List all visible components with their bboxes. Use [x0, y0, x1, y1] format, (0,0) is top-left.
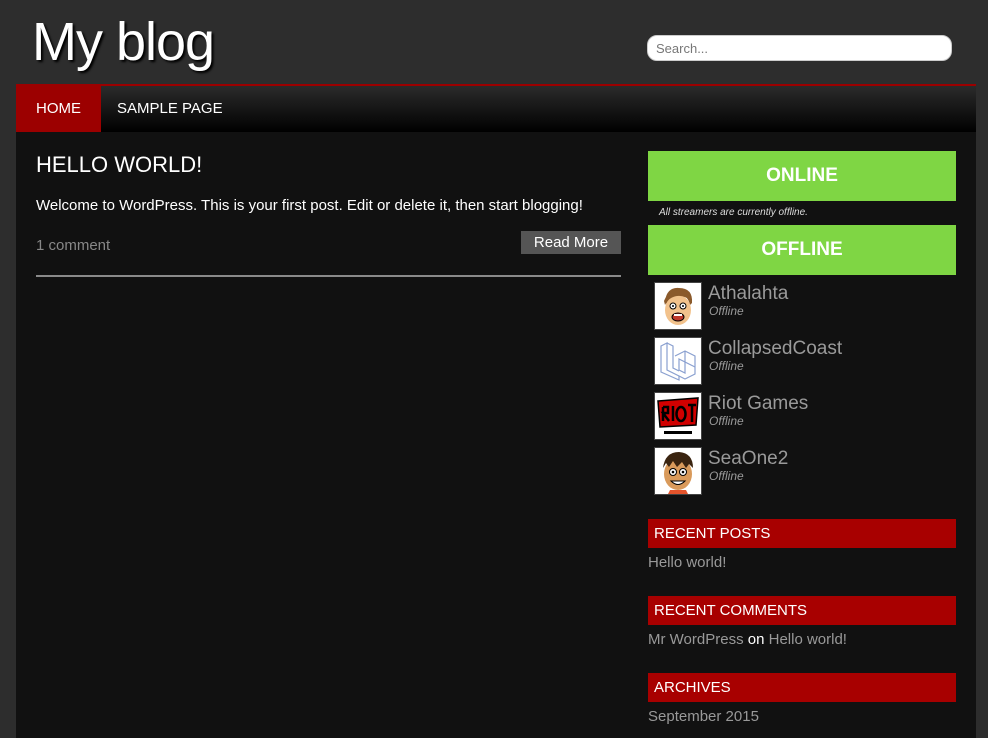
- laravel-logo-icon: [654, 337, 702, 385]
- archives-title: ARCHIVES: [648, 673, 956, 702]
- online-header: ONLINE: [648, 151, 956, 201]
- recent-posts-title: RECENT POSTS: [648, 519, 956, 548]
- post-body: Welcome to WordPress. This is your first…: [36, 197, 583, 214]
- comment-connector: on: [747, 631, 765, 648]
- content-wrapper: HOME SAMPLE PAGE HELLO WORLD! Welcome to…: [16, 84, 976, 738]
- streamer-name: SeaOne2: [708, 448, 789, 469]
- streamer-item-riot-games[interactable]: Riot Games Offline: [654, 392, 954, 440]
- post-comments-link[interactable]: 1 comment: [36, 237, 110, 254]
- comment-post-link[interactable]: Hello world!: [769, 631, 847, 648]
- post-title[interactable]: HELLO WORLD!: [36, 152, 202, 178]
- recent-post-link[interactable]: Hello world!: [648, 554, 726, 571]
- online-note: All streamers are currently offline.: [659, 207, 808, 218]
- archive-item: September 2015: [648, 708, 759, 725]
- offline-header: OFFLINE: [648, 225, 956, 275]
- streamer-status: Offline: [709, 304, 744, 318]
- streamer-status: Offline: [709, 469, 744, 483]
- recent-post-item: Hello world!: [648, 554, 726, 571]
- streamer-name: Athalahta: [708, 283, 789, 304]
- site-title[interactable]: My blog: [32, 10, 215, 74]
- archive-link[interactable]: September 2015: [648, 708, 759, 725]
- recent-comment-item: Mr WordPress on Hello world!: [648, 631, 847, 648]
- recent-comments-title: RECENT COMMENTS: [648, 596, 956, 625]
- streamer-name: CollapsedCoast: [708, 338, 843, 359]
- nav-item-sample-page[interactable]: SAMPLE PAGE: [97, 86, 243, 132]
- main-navigation: HOME SAMPLE PAGE: [16, 86, 976, 132]
- riot-games-logo-icon: [654, 392, 702, 440]
- streamer-item-seaone2[interactable]: SeaOne2 Offline: [654, 447, 954, 495]
- streamer-name: Riot Games: [708, 393, 809, 414]
- cartoon-boy-icon: [654, 447, 702, 495]
- read-more-button[interactable]: Read More: [521, 231, 621, 254]
- streamer-item-athalahta[interactable]: Athalahta Offline: [654, 282, 954, 330]
- comment-author-link[interactable]: Mr WordPress: [648, 631, 744, 648]
- search-input[interactable]: [647, 35, 952, 61]
- streamer-item-collapsedcoast[interactable]: CollapsedCoast Offline: [654, 337, 954, 385]
- streamer-status: Offline: [709, 359, 744, 373]
- cartoon-face-icon: [654, 282, 702, 330]
- post-divider: [36, 275, 621, 277]
- nav-item-home[interactable]: HOME: [16, 86, 101, 132]
- streamer-status: Offline: [709, 414, 744, 428]
